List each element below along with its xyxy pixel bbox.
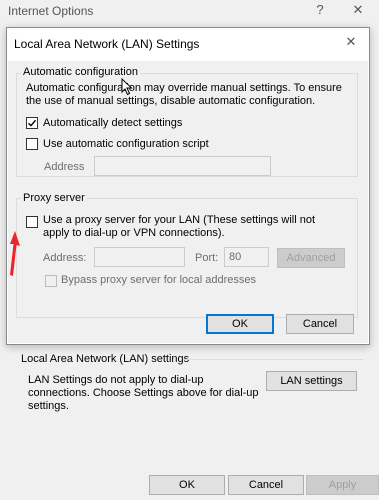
parent-close-button[interactable]: ✕ bbox=[348, 2, 368, 20]
script-address-input[interactable] bbox=[94, 156, 271, 176]
use-script-label[interactable]: Use automatic configuration script bbox=[43, 138, 209, 150]
lan-info-text: LAN Settings do not apply to dial-up con… bbox=[28, 374, 259, 412]
lan-group-label: Local Area Network (LAN) settings bbox=[21, 353, 190, 365]
dialog-ok-button[interactable]: OK bbox=[206, 314, 274, 334]
help-button[interactable]: ? bbox=[310, 2, 330, 20]
red-arrow-icon bbox=[10, 231, 20, 276]
proxy-port-input[interactable]: 80 bbox=[224, 247, 269, 267]
parent-ok-button[interactable]: OK bbox=[149, 475, 225, 495]
dialog-close-button[interactable]: ✕ bbox=[341, 34, 361, 52]
dialog-title: Local Area Network (LAN) Settings bbox=[14, 37, 200, 51]
use-proxy-label[interactable]: Use a proxy server for your LAN (These s… bbox=[43, 214, 343, 240]
auto-detect-checkbox[interactable] bbox=[26, 117, 38, 129]
use-script-checkbox[interactable] bbox=[26, 138, 38, 150]
parent-apply-button[interactable]: Apply bbox=[306, 475, 379, 495]
use-proxy-checkbox[interactable] bbox=[26, 216, 38, 228]
lan-settings-dialog: Local Area Network (LAN) Settings ✕ Auto… bbox=[6, 27, 370, 345]
proxy-legend: Proxy server bbox=[21, 192, 87, 205]
lan-group-divider bbox=[183, 359, 363, 360]
script-address-label: Address bbox=[44, 161, 85, 173]
checkmark-icon bbox=[28, 119, 37, 127]
proxy-address-label: Address: bbox=[43, 252, 87, 264]
proxy-address-input[interactable] bbox=[94, 247, 185, 267]
bypass-checkbox[interactable] bbox=[45, 275, 57, 287]
advanced-button[interactable]: Advanced bbox=[277, 248, 345, 268]
auto-detect-label[interactable]: Automatically detect settings bbox=[43, 117, 182, 129]
auto-config-description: Automatic configuration may override man… bbox=[26, 82, 342, 107]
parent-title: Internet Options bbox=[8, 4, 94, 18]
mouse-cursor-icon bbox=[121, 78, 133, 96]
bypass-label[interactable]: Bypass proxy server for local addresses bbox=[61, 274, 256, 286]
dialog-cancel-button[interactable]: Cancel bbox=[286, 314, 354, 334]
parent-cancel-button[interactable]: Cancel bbox=[228, 475, 304, 495]
dialog-body: Automatic configuration Automatic config… bbox=[8, 61, 368, 343]
lan-settings-button[interactable]: LAN settings bbox=[266, 371, 357, 391]
proxy-port-label: Port: bbox=[195, 252, 219, 264]
